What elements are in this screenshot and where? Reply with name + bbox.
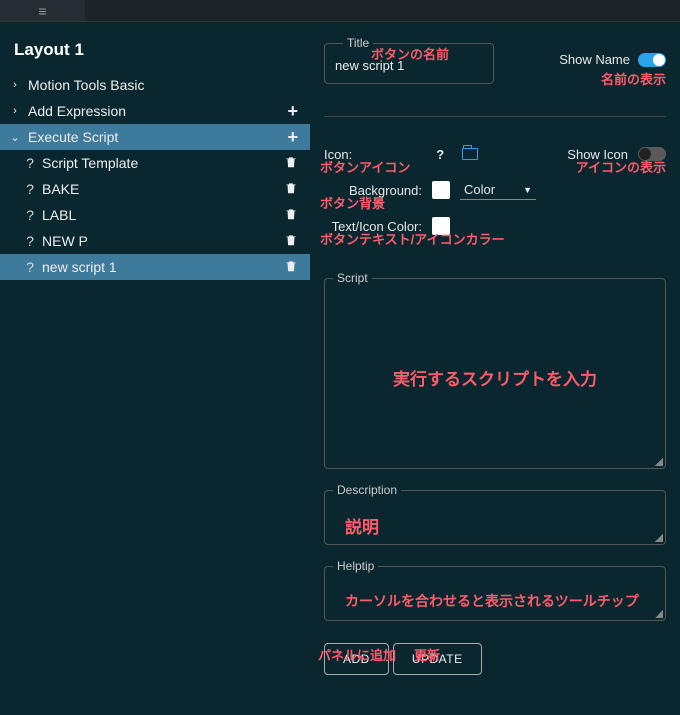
tree-item-add-expression[interactable]: › Add Expression +: [0, 98, 310, 124]
properties-panel: Title ボタンの名前 Show Name 名前の表示 Icon: ?: [310, 22, 680, 715]
question-icon: ?: [22, 233, 38, 249]
tree-child-new-p[interactable]: ? NEW P: [0, 228, 310, 254]
question-icon: ?: [22, 155, 38, 171]
color-mode-select[interactable]: Color ▼: [460, 180, 536, 200]
folder-icon[interactable]: [462, 148, 478, 160]
hamburger-icon: ≡: [38, 3, 46, 19]
anno-description: 説明: [345, 513, 379, 538]
anno-helptip: カーソルを合わせると表示されるツールチップ: [345, 591, 639, 611]
tree-item-motion-tools[interactable]: › Motion Tools Basic: [0, 72, 310, 98]
title-bar: ≡: [0, 0, 680, 22]
trash-icon[interactable]: [284, 155, 302, 172]
anno-show-name: 名前の表示: [559, 69, 666, 88]
description-fieldset: Description 説明: [324, 483, 666, 545]
question-icon[interactable]: ?: [432, 147, 448, 162]
anno-icon: ボタンアイコン: [320, 157, 410, 176]
plus-icon[interactable]: +: [287, 101, 302, 122]
plus-icon[interactable]: +: [287, 127, 302, 148]
dropdown-icon: ▼: [523, 185, 532, 195]
tree-child-labl[interactable]: ? LABL: [0, 202, 310, 228]
chevron-right-icon: ›: [6, 105, 24, 117]
anno-add: パネルに追加: [318, 645, 396, 664]
script-legend: Script: [333, 271, 372, 285]
anno-update: 更新: [414, 645, 440, 664]
chevron-right-icon: ›: [6, 79, 24, 91]
tree-item-execute-script[interactable]: ⌄ Execute Script +: [0, 124, 310, 150]
question-icon: ?: [22, 181, 38, 197]
title-fieldset: Title ボタンの名前: [324, 36, 494, 84]
question-icon: ?: [22, 207, 38, 223]
chevron-down-icon: ⌄: [6, 131, 24, 144]
tree-child-new-script-1[interactable]: ? new script 1: [0, 254, 310, 280]
anno-title: ボタンの名前: [371, 44, 449, 63]
layout-title: Layout 1: [0, 32, 310, 72]
menu-toggle[interactable]: ≡: [0, 0, 85, 21]
sidebar: Layout 1 › Motion Tools Basic › Add Expr…: [0, 22, 310, 715]
show-name-label: Show Name: [559, 52, 630, 67]
title-legend: Title: [343, 36, 373, 50]
trash-icon[interactable]: [284, 259, 302, 276]
tree-child-script-template[interactable]: ? Script Template: [0, 150, 310, 176]
divider: [324, 116, 666, 117]
anno-show-icon: アイコンの表示: [576, 157, 666, 176]
question-icon: ?: [22, 259, 38, 275]
anno-text-color: ボタンテキスト/アイコンカラー: [320, 229, 505, 248]
resize-grip[interactable]: [655, 534, 663, 542]
trash-icon[interactable]: [284, 181, 302, 198]
helptip-fieldset: Helptip カーソルを合わせると表示されるツールチップ: [324, 559, 666, 621]
script-fieldset: Script 実行するスクリプトを入力: [324, 271, 666, 469]
trash-icon[interactable]: [284, 233, 302, 250]
resize-grip[interactable]: [655, 610, 663, 618]
resize-grip[interactable]: [655, 458, 663, 466]
show-name-toggle[interactable]: [638, 53, 666, 67]
tree-child-bake[interactable]: ? BAKE: [0, 176, 310, 202]
anno-background: ボタン背景: [320, 193, 385, 212]
anno-script: 実行するスクリプトを入力: [325, 365, 665, 390]
helptip-legend: Helptip: [333, 559, 378, 573]
background-swatch[interactable]: [432, 181, 450, 199]
trash-icon[interactable]: [284, 207, 302, 224]
description-legend: Description: [333, 483, 401, 497]
